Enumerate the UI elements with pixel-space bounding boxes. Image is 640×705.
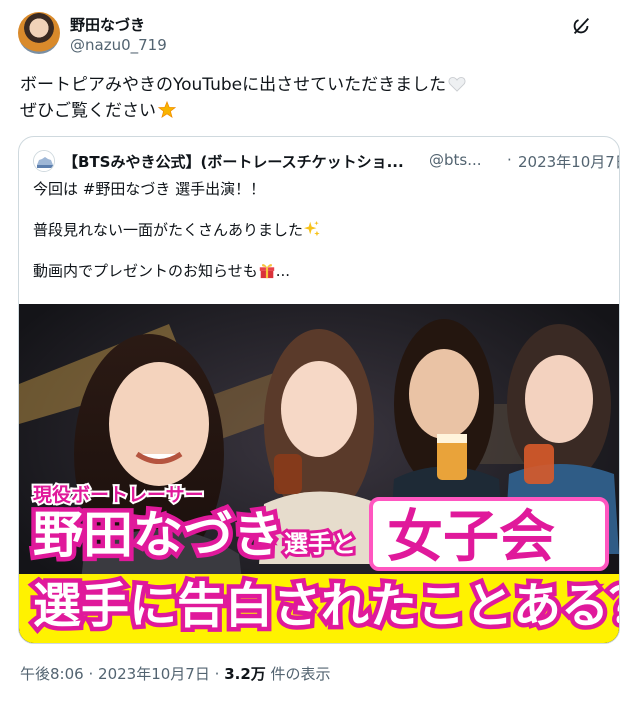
quoted-text: 今回は #野田なづき 選手出演！！ 普段見れない一面がたくさんありました 動画内… — [33, 179, 603, 281]
thumbnail-tag: 現役ボートレーサー — [33, 483, 204, 506]
quoted-handle: @bts... — [429, 151, 482, 169]
quoted-tweet[interactable]: 【BTSみやき公式】(ボートレースチケットショ... @bts... · 202… — [18, 136, 620, 644]
author-name[interactable]: 野田なづき — [70, 14, 145, 35]
tweet-meta: 午後8:06 · 2023年10月7日 · 3.2万 件の表示 — [20, 665, 331, 683]
thumbnail-question: 選手に告白されたことある？ — [33, 578, 619, 634]
gift-icon — [259, 264, 274, 279]
post-date[interactable]: 2023年10月7日 — [98, 665, 210, 683]
author-handle[interactable]: @nazu0_719 — [70, 36, 167, 54]
quoted-name: 【BTSみやき公式】(ボートレースチケットショ... — [63, 153, 404, 171]
view-count: 3.2万 — [224, 665, 266, 683]
grok-icon[interactable] — [570, 15, 592, 37]
quoted-avatar — [33, 150, 55, 172]
quoted-line-1: 今回は #野田なづき 選手出演！！ — [33, 180, 266, 198]
sparkles-icon — [303, 220, 320, 237]
thumbnail-headline: 女子会 — [387, 505, 555, 570]
post-time[interactable]: 午後8:06 — [20, 665, 84, 683]
thumbnail-name-suffix: 選手と — [284, 530, 356, 558]
tweet-card: 野田なづき @nazu0_719 ボートピアみやきのYouTubeに出させていた… — [0, 0, 640, 705]
author-avatar[interactable] — [18, 12, 60, 54]
tweet-text: ボートピアみやきのYouTubeに出させていただきました ぜひご覧ください — [20, 72, 620, 124]
quoted-date: 2023年10月7日 — [518, 153, 620, 171]
quoted-separator: · — [507, 151, 512, 169]
thumbnail-art: 現役ボートレーサー 野田なづき 選手と 女子会 選手に告白されたことある？ — [19, 304, 619, 643]
glowing-star-icon — [158, 101, 176, 119]
white-heart-icon — [448, 77, 466, 92]
tweet-line-2: ぜひご覧ください — [20, 98, 620, 124]
quoted-line-3: 動画内でプレゼントのお知らせも... — [33, 262, 291, 280]
video-thumbnail[interactable]: 現役ボートレーサー 野田なづき 選手と 女子会 選手に告白されたことある？ — [19, 304, 619, 643]
thumbnail-name: 野田なづき — [33, 506, 283, 564]
tweet-line-1: ボートピアみやきのYouTubeに出させていただきました — [20, 72, 620, 98]
quoted-line-2: 普段見れない一面がたくさんありました — [33, 220, 603, 240]
view-label: 件の表示 — [270, 665, 331, 683]
